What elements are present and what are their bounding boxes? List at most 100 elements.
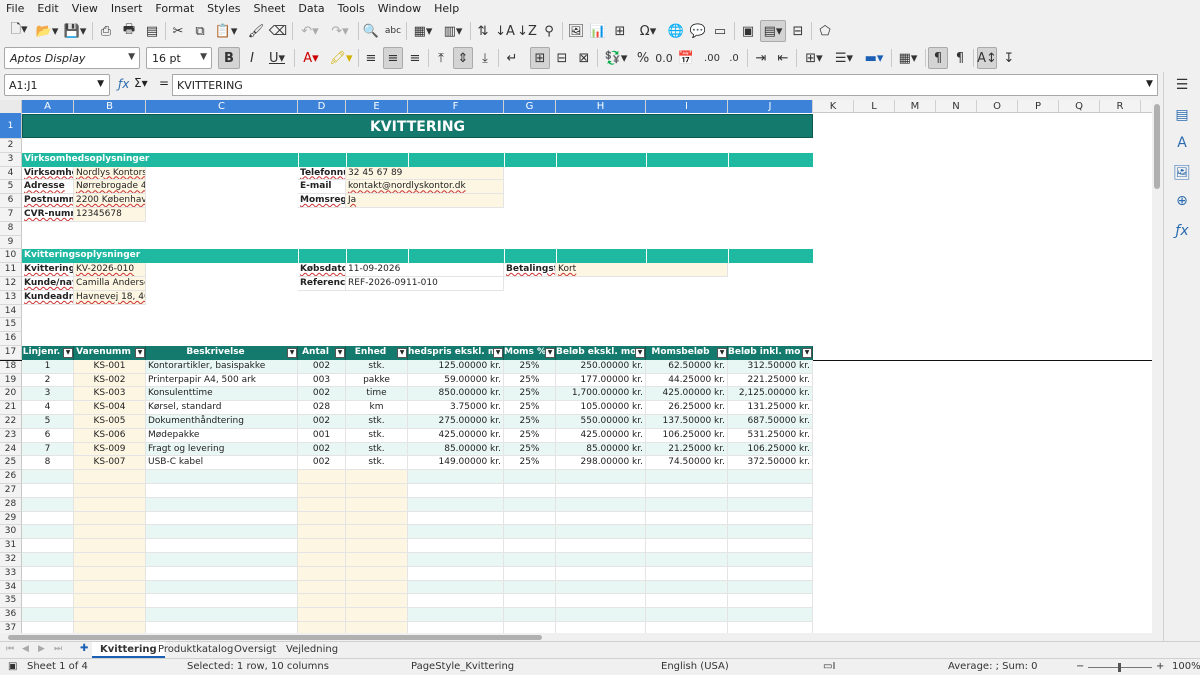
- empty-cell[interactable]: [146, 622, 298, 633]
- column-header[interactable]: B: [74, 100, 146, 113]
- table-cell[interactable]: 425.00000 kr.: [646, 387, 728, 402]
- empty-cell[interactable]: [298, 553, 346, 567]
- show-draw-functions-icon[interactable]: ⬠: [815, 20, 835, 42]
- table-cell[interactable]: 2: [22, 373, 74, 388]
- chevron-down-icon[interactable]: ▼: [97, 79, 104, 89]
- empty-cell[interactable]: [728, 608, 813, 622]
- table-cell[interactable]: 531.25000 kr.: [728, 428, 813, 443]
- table-cell[interactable]: KS-007: [74, 456, 146, 471]
- empty-cell[interactable]: [408, 608, 504, 622]
- column-header[interactable]: D: [298, 100, 346, 113]
- properties-icon[interactable]: ▤: [1173, 106, 1191, 124]
- find-replace-icon[interactable]: 🔍: [361, 20, 381, 42]
- row-header[interactable]: 10: [0, 249, 22, 264]
- zoom-slider-knob[interactable]: [1118, 663, 1121, 672]
- number-format-icon[interactable]: 0.0: [654, 47, 674, 69]
- empty-cell[interactable]: [556, 608, 646, 622]
- table-header-cell[interactable]: Beløb ekskl. mo: [556, 346, 646, 360]
- empty-cell[interactable]: [408, 539, 504, 553]
- table-cell[interactable]: stk.: [346, 428, 408, 443]
- table-cell[interactable]: 002: [298, 415, 346, 429]
- row-header[interactable]: 34: [0, 580, 22, 595]
- align-left-icon[interactable]: ≡: [361, 47, 381, 69]
- row-header[interactable]: 22: [0, 415, 22, 429]
- percent-format-icon[interactable]: %: [633, 47, 653, 69]
- sum-icon[interactable]: Σ▾: [134, 76, 148, 90]
- empty-cell[interactable]: [556, 484, 646, 498]
- empty-cell[interactable]: [556, 525, 646, 540]
- company-label[interactable]: Adresse: [22, 180, 74, 195]
- empty-cell[interactable]: [408, 470, 504, 484]
- empty-cell[interactable]: [504, 566, 556, 581]
- filter-dropdown-icon[interactable]: ▼: [493, 348, 503, 358]
- table-cell[interactable]: 25%: [504, 428, 556, 443]
- table-cell[interactable]: 25%: [504, 359, 556, 374]
- table-cell[interactable]: 131.25000 kr.: [728, 401, 813, 415]
- company-value[interactable]: Ja: [346, 194, 504, 208]
- font-name-box[interactable]: Aptos Display ▼: [4, 47, 140, 69]
- row-header[interactable]: 6: [0, 194, 22, 208]
- save-icon[interactable]: 💾▾: [62, 20, 88, 42]
- empty-cell[interactable]: [298, 622, 346, 633]
- gallery-icon[interactable]: 🖼: [1173, 164, 1191, 182]
- menu-help[interactable]: Help: [434, 2, 459, 15]
- table-cell[interactable]: 25%: [504, 442, 556, 457]
- empty-cell[interactable]: [298, 497, 346, 512]
- empty-cell[interactable]: [146, 539, 298, 553]
- receipt-value[interactable]: Kort: [556, 263, 728, 277]
- clone-formatting-icon[interactable]: 🖌: [246, 20, 266, 42]
- empty-cell[interactable]: [646, 553, 728, 567]
- table-cell[interactable]: KS-001: [74, 359, 146, 374]
- row-header[interactable]: 1: [0, 113, 22, 139]
- row-header[interactable]: 25: [0, 456, 22, 471]
- hyperlink-icon[interactable]: 🌐: [666, 20, 686, 42]
- empty-cell[interactable]: [346, 566, 408, 581]
- empty-cell[interactable]: [646, 594, 728, 609]
- table-cell[interactable]: 59.00000 kr.: [408, 373, 504, 388]
- filter-dropdown-icon[interactable]: ▼: [397, 348, 407, 358]
- zoom-in-icon[interactable]: +: [1156, 661, 1164, 672]
- empty-cell[interactable]: [556, 566, 646, 581]
- table-cell[interactable]: USB-C kabel: [146, 456, 298, 471]
- row-header[interactable]: 27: [0, 484, 22, 498]
- column-header[interactable]: J: [728, 100, 813, 113]
- empty-cell[interactable]: [346, 539, 408, 553]
- row-icon[interactable]: ▦▾: [409, 20, 437, 42]
- increase-indent-icon[interactable]: ⇥: [751, 47, 771, 69]
- empty-cell[interactable]: [408, 511, 504, 526]
- row-header[interactable]: 3: [0, 152, 22, 167]
- company-value[interactable]: 32 45 67 89: [346, 166, 504, 181]
- table-cell[interactable]: 425.00000 kr.: [408, 428, 504, 443]
- table-cell[interactable]: 1,700.00000 kr.: [556, 387, 646, 402]
- empty-cell[interactable]: [408, 553, 504, 567]
- table-cell[interactable]: 001: [298, 428, 346, 443]
- empty-cell[interactable]: [556, 553, 646, 567]
- table-cell[interactable]: Printerpapir A4, 500 ark: [146, 373, 298, 388]
- insert-image-icon[interactable]: 🖼: [566, 20, 586, 42]
- table-cell[interactable]: 62.50000 kr.: [646, 359, 728, 374]
- table-cell[interactable]: 002: [298, 359, 346, 374]
- empty-cell[interactable]: [504, 511, 556, 526]
- column-header[interactable]: M: [895, 100, 936, 113]
- navigator-icon[interactable]: ⊕: [1173, 192, 1191, 210]
- vertical-scrollbar[interactable]: [1152, 100, 1162, 633]
- clear-formatting-icon[interactable]: ⌫: [268, 20, 288, 42]
- table-cell[interactable]: 74.50000 kr.: [646, 456, 728, 471]
- empty-cell[interactable]: [646, 525, 728, 540]
- selection-mode-icon[interactable]: ▭I: [823, 661, 835, 672]
- table-cell[interactable]: KS-004: [74, 401, 146, 415]
- empty-cell[interactable]: [504, 525, 556, 540]
- row-header[interactable]: 32: [0, 553, 22, 567]
- row-header[interactable]: 12: [0, 277, 22, 291]
- empty-cell[interactable]: [146, 580, 298, 595]
- vertical-text-icon[interactable]: A↕: [977, 47, 997, 69]
- empty-cell[interactable]: [408, 497, 504, 512]
- table-cell[interactable]: 275.00000 kr.: [408, 415, 504, 429]
- table-cell[interactable]: 1: [22, 359, 74, 374]
- define-print-area-icon[interactable]: ▣: [738, 20, 758, 42]
- table-cell[interactable]: 3: [22, 387, 74, 402]
- empty-cell[interactable]: [298, 594, 346, 609]
- zoom-level[interactable]: 100%: [1172, 661, 1200, 672]
- table-cell[interactable]: 002: [298, 456, 346, 471]
- row-header[interactable]: 30: [0, 525, 22, 540]
